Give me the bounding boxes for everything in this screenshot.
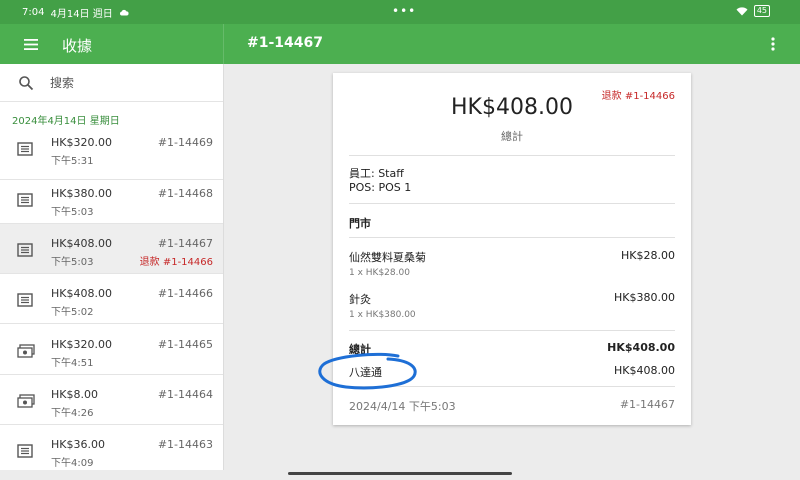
- navigation-handle[interactable]: [288, 472, 512, 475]
- search-input[interactable]: [50, 74, 210, 92]
- receipt-list-item[interactable]: HK$320.00 下午4:51 #1-14465: [0, 325, 223, 375]
- menu-icon[interactable]: [20, 34, 42, 54]
- receipt-amount: HK$36.00: [51, 438, 105, 451]
- divider: [349, 203, 675, 204]
- annotation-circle: [318, 352, 417, 390]
- receipt-time: 下午5:03: [51, 207, 94, 218]
- sum-value: HK$408.00: [607, 341, 675, 354]
- receipt-number: #1-14466: [157, 287, 213, 300]
- receipt-list-item[interactable]: HK$8.00 下午4:26 #1-14464: [0, 375, 223, 425]
- receipt-list-item[interactable]: HK$380.00 下午5:03 #1-14468: [0, 174, 223, 224]
- receipt-amount: HK$408.00: [51, 287, 112, 300]
- status-date: 4月14日 週日: [50, 9, 113, 20]
- receipt-list-panel: 2024年4月14日 星期日 HK$320.00 下午5:31 #1-14469…: [0, 64, 224, 470]
- receipt-footer-number: #1-14467: [619, 398, 675, 411]
- receipt-time: 下午4:51: [51, 358, 94, 369]
- line-item-qty: 1 x HK$380.00: [349, 310, 416, 320]
- receipt-amount: HK$320.00: [51, 338, 112, 351]
- receipt-amount: HK$320.00: [51, 136, 112, 149]
- receipt-number: #1-14465: [157, 338, 213, 351]
- receipt-datetime: 2024/4/14 下午5:03: [349, 400, 456, 413]
- receipt-total-label: 總計: [501, 130, 523, 143]
- receipt-number: #1-14469: [157, 136, 213, 149]
- pos-text: POS: POS 1: [349, 181, 412, 194]
- receipt-icon: [17, 444, 33, 458]
- receipt-number: #1-14468: [157, 187, 213, 200]
- divider: [349, 330, 675, 331]
- receipt-amount: HK$8.00: [51, 388, 98, 401]
- divider: [349, 237, 675, 238]
- receipt-amount: HK$408.00: [51, 237, 112, 250]
- receipt-list-item[interactable]: HK$36.00 下午4:09 #1-14463: [0, 425, 223, 470]
- line-item-name: 仙然雙料夏桑菊: [349, 251, 426, 264]
- line-item-price: HK$380.00: [614, 291, 675, 304]
- receipt-list-item[interactable]: HK$408.00 下午5:02 #1-14466: [0, 274, 223, 324]
- receipt-amount: HK$380.00: [51, 187, 112, 200]
- receipt-number: #1-14463: [157, 438, 213, 451]
- store-label: 門市: [349, 217, 371, 230]
- receipt-time: 下午5:03: [51, 257, 94, 268]
- date-header: 2024年4月14日 星期日: [12, 116, 120, 127]
- app-title: 收據: [62, 37, 93, 55]
- receipt-time: 下午5:31: [51, 156, 94, 167]
- employee-text: 員工: Staff: [349, 167, 404, 180]
- receipt-icon: [17, 243, 33, 257]
- receipt-list-item[interactable]: HK$320.00 下午5:31 #1-14469: [0, 130, 223, 180]
- line-item-price: HK$28.00: [621, 249, 675, 262]
- search-icon: [19, 76, 34, 91]
- receipt-list-item-selected[interactable]: HK$408.00 下午5:03 #1-14467 退款 #1-14466: [0, 224, 223, 274]
- receipt-time: 下午5:02: [51, 307, 94, 318]
- status-dots: •••: [392, 4, 417, 18]
- receipt-number: #1-14464: [157, 388, 213, 401]
- receipt-icon: [17, 142, 33, 156]
- receipt-icon: [17, 193, 33, 207]
- cloud-icon: [119, 9, 129, 16]
- receipt-icon: [17, 293, 33, 307]
- app-bar-divider: [223, 24, 224, 64]
- line-item-qty: 1 x HK$28.00: [349, 268, 410, 278]
- receipt-number: #1-14467: [157, 237, 213, 250]
- cash-icon: [17, 394, 35, 408]
- receipt-time: 下午4:26: [51, 408, 94, 419]
- status-bar: 7:04 4月14日 週日 ••• 45: [0, 0, 800, 24]
- receipt-title: #1-14467: [247, 35, 323, 51]
- line-item-name: 針灸: [349, 293, 371, 306]
- refund-label: 退款 #1-14466: [139, 257, 213, 268]
- payment-value: HK$408.00: [614, 364, 675, 377]
- more-vert-icon[interactable]: [768, 33, 778, 55]
- divider: [349, 155, 675, 156]
- wifi-icon: [736, 6, 748, 15]
- search-bar: [0, 64, 223, 102]
- battery-icon: 45: [753, 5, 770, 17]
- receipt-total-amount: HK$408.00: [451, 95, 573, 120]
- status-time: 7:04: [22, 7, 45, 18]
- app-bar: 收據 #1-14467: [0, 24, 800, 64]
- receipt-time: 下午4:09: [51, 458, 94, 469]
- cash-icon: [17, 344, 35, 358]
